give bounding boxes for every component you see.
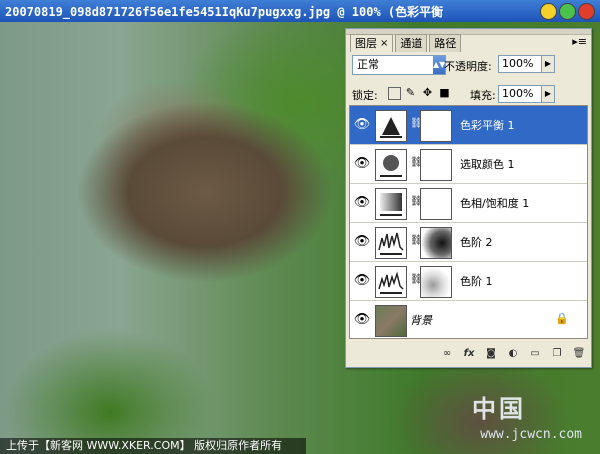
- eye-icon[interactable]: 👁: [353, 272, 371, 290]
- layer-row[interactable]: 👁 ⛓ 色相/饱和度 1: [350, 184, 587, 223]
- opacity-input[interactable]: 100% ▶: [498, 55, 555, 73]
- delete-layer-icon[interactable]: 🗑: [571, 347, 587, 361]
- chevron-right-icon[interactable]: ▶: [541, 86, 554, 102]
- maximize-button[interactable]: [559, 3, 576, 20]
- tab-layers[interactable]: 图层 ×: [350, 34, 394, 52]
- layer-row[interactable]: 👁 ⛓ 色阶 1: [350, 262, 587, 301]
- photo-thumbnail: [375, 305, 407, 337]
- close-button[interactable]: [578, 3, 595, 20]
- layer-mask-thumbnail[interactable]: [420, 110, 452, 142]
- lock-transparency-icon[interactable]: [388, 87, 401, 100]
- watermark-url: www.jcwcn.com: [480, 427, 582, 442]
- link-layers-icon[interactable]: ∞: [439, 347, 455, 361]
- panel-tabs: 图层 × 通道 路径: [350, 34, 463, 52]
- layer-name: 色阶 2: [460, 236, 493, 249]
- layer-mask-thumbnail[interactable]: [420, 227, 452, 259]
- layer-row[interactable]: 👁 ⛓ 选取颜色 1: [350, 145, 587, 184]
- lock-all-icon[interactable]: ■: [439, 87, 450, 98]
- layer-row[interactable]: 👁 ⛓ 色阶 2: [350, 223, 587, 262]
- eye-icon[interactable]: 👁: [353, 116, 371, 134]
- layer-name: 色相/饱和度 1: [460, 197, 530, 210]
- tab-paths[interactable]: 路径: [429, 34, 462, 52]
- blend-mode-select[interactable]: 正常 ▲▼: [352, 55, 446, 75]
- panel-menu-icon[interactable]: ▸≡: [572, 35, 587, 48]
- levels-icon: [375, 227, 407, 259]
- new-layer-icon[interactable]: ❐: [549, 347, 565, 361]
- watermark-logo: 中国: [472, 395, 526, 423]
- layer-name: 色阶 1: [460, 275, 493, 288]
- lock-icon: 🔒: [555, 312, 569, 325]
- lock-brush-icon[interactable]: ✎: [405, 87, 416, 98]
- opacity-value: 100%: [502, 57, 534, 70]
- panel-bottom-toolbar: ∞ fx ◙ ◐ ▭ ❐ 🗑: [350, 347, 587, 365]
- tab-channels-label: 通道: [400, 37, 423, 50]
- layer-style-icon[interactable]: fx: [461, 347, 477, 361]
- selective-color-icon: [375, 149, 407, 181]
- window-title: 20070819_098d871726f56e1fe5451IqKu7pugxx…: [5, 5, 444, 19]
- fill-label: 填充:: [470, 89, 496, 102]
- layer-row[interactable]: 👁 背景 🔒: [350, 301, 587, 338]
- tab-paths-label: 路径: [434, 37, 457, 50]
- eye-icon[interactable]: 👁: [353, 311, 371, 329]
- add-mask-icon[interactable]: ◙: [483, 347, 499, 361]
- chevron-right-icon[interactable]: ▶: [541, 56, 554, 72]
- tab-layers-label: 图层: [355, 37, 377, 50]
- layers-list: 👁 ⛓ 色彩平衡 1 👁 ⛓ 选取颜色 1 👁 ⛓ 色相/饱和度 1 👁 ⛓ 色…: [349, 105, 588, 339]
- layer-name: 色彩平衡 1: [460, 119, 515, 132]
- eye-icon[interactable]: 👁: [353, 155, 371, 173]
- levels-icon: [375, 266, 407, 298]
- fill-value: 100%: [502, 87, 534, 100]
- eye-icon[interactable]: 👁: [353, 194, 371, 212]
- layer-mask-thumbnail[interactable]: [420, 188, 452, 220]
- minimize-button[interactable]: [540, 3, 557, 20]
- adjustment-layer-icon[interactable]: ◐: [505, 347, 521, 361]
- window-titlebar[interactable]: 20070819_098d871726f56e1fe5451IqKu7pugxx…: [0, 0, 600, 22]
- eye-icon[interactable]: 👁: [353, 233, 371, 251]
- status-bar: 上传于【新客网 WWW.XKER.COM】 版权归原作者所有: [0, 438, 306, 454]
- new-group-icon[interactable]: ▭: [527, 347, 543, 361]
- blend-mode-value: 正常: [357, 58, 379, 71]
- layers-panel: 图层 × 通道 路径 ▸≡ 正常 ▲▼ 不透明度: 100% ▶ 锁定: ✎ ✥…: [345, 28, 592, 368]
- layer-name: 背景: [410, 314, 432, 327]
- lock-label: 锁定:: [352, 89, 378, 102]
- hue-saturation-icon: [375, 188, 407, 220]
- close-icon[interactable]: ×: [380, 35, 388, 52]
- layer-mask-thumbnail[interactable]: [420, 266, 452, 298]
- lock-move-icon[interactable]: ✥: [422, 87, 433, 98]
- layer-row[interactable]: 👁 ⛓ 色彩平衡 1: [350, 106, 587, 145]
- layer-mask-thumbnail[interactable]: [420, 149, 452, 181]
- tab-channels[interactable]: 通道: [395, 34, 428, 52]
- opacity-label: 不透明度:: [444, 60, 492, 73]
- color-balance-icon: [375, 110, 407, 142]
- fill-input[interactable]: 100% ▶: [498, 85, 555, 103]
- layer-name: 选取颜色 1: [460, 158, 515, 171]
